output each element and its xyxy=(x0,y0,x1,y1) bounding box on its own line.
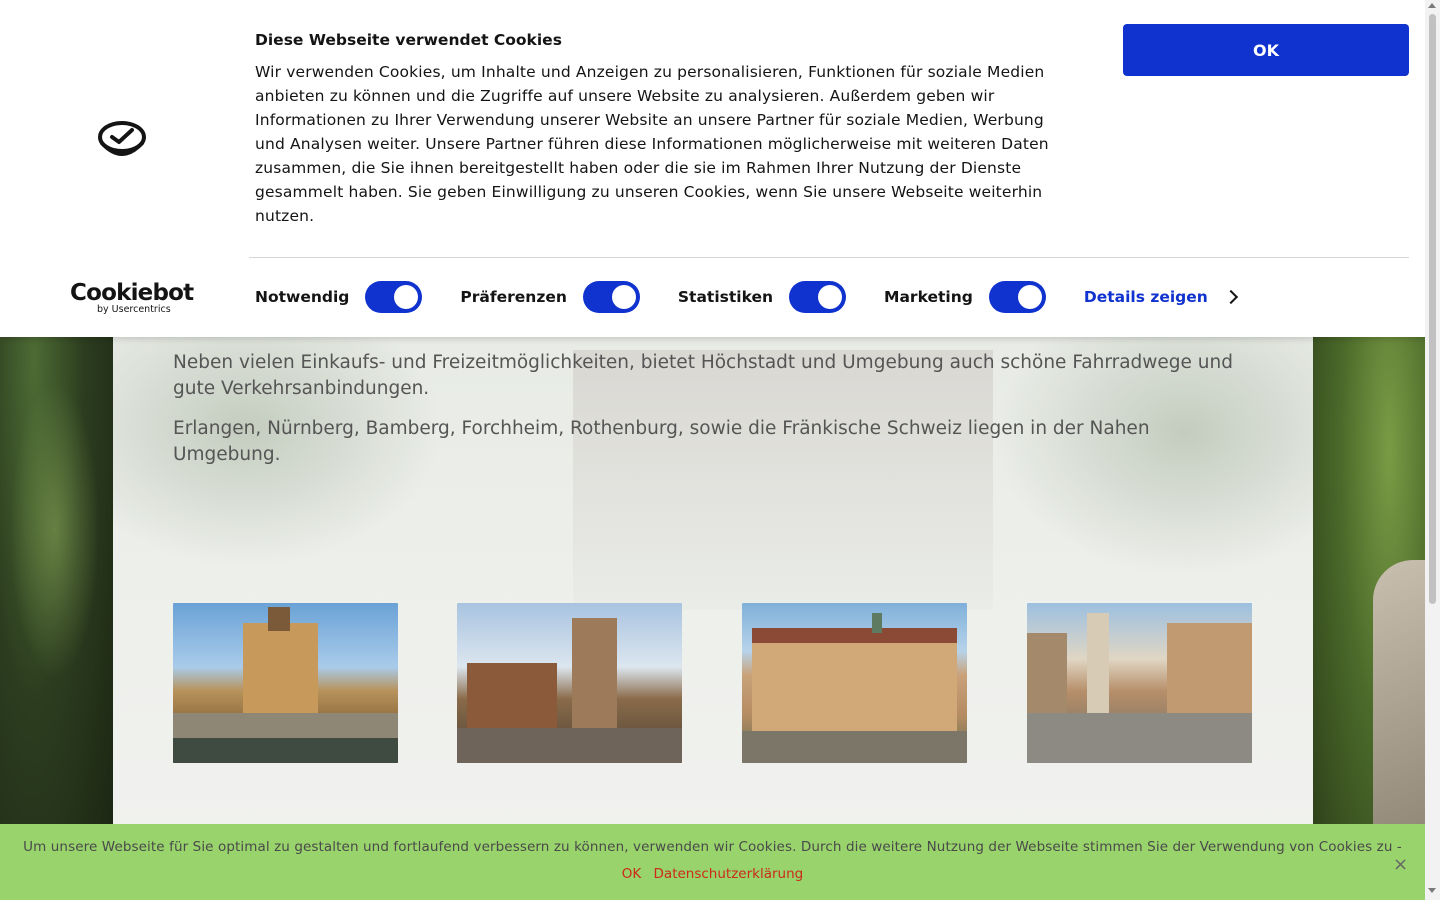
toggle-switch-notwendig[interactable] xyxy=(365,281,423,313)
erlangen-photo[interactable] xyxy=(742,603,967,763)
cookie-category-toggles: Notwendig Präferenzen Statistiken Market… xyxy=(255,281,1238,313)
main-text: Neben vielen Einkaufs- und Freizeitmögli… xyxy=(173,350,1253,482)
rothenburg-photo[interactable] xyxy=(1027,603,1252,763)
details-toggle-link[interactable]: Details zeigen xyxy=(1083,288,1238,306)
photo-gallery xyxy=(0,603,1440,763)
toggle-switch-praeferenzen[interactable] xyxy=(582,281,640,313)
cookie-notice-links: OK Datenschutzerklärung xyxy=(0,866,1425,882)
cookie-banner-text: Wir verwenden Cookies, um Inhalte und An… xyxy=(255,63,1049,225)
cookie-ok-button[interactable]: OK xyxy=(1123,24,1409,76)
cookiebot-brand: Cookiebot by Usercentrics xyxy=(70,280,194,315)
chevron-right-icon xyxy=(1223,289,1238,305)
paragraph-1: Neben vielen Einkaufs- und Freizeitmögli… xyxy=(173,352,1234,399)
cookiebot-logo-icon xyxy=(98,121,146,156)
privacy-policy-link[interactable]: Datenschutzerklärung xyxy=(654,866,804,882)
cookie-notice-text: Um unsere Webseite für Sie optimal zu ge… xyxy=(23,839,1402,855)
cookie-consent-banner: Cookiebot by Usercentrics Diese Webseite… xyxy=(0,0,1425,337)
divider xyxy=(249,257,1409,258)
toggle-switch-statistiken[interactable] xyxy=(789,281,847,313)
toggle-notwendig: Notwendig xyxy=(255,281,423,313)
toggle-label: Marketing xyxy=(884,288,973,306)
brand-name: Cookiebot xyxy=(70,280,194,306)
bamberg-photo[interactable] xyxy=(173,603,398,763)
toggle-label: Statistiken xyxy=(677,288,774,306)
brand-sub: by Usercentrics xyxy=(97,304,171,315)
paragraph-2: Erlangen, Nürnberg, Bamberg, Forchheim, … xyxy=(173,418,1150,465)
toggle-praeferenzen: Präferenzen xyxy=(460,281,640,313)
scrollbar-thumb[interactable] xyxy=(1429,14,1436,604)
toggle-label: Präferenzen xyxy=(460,288,567,306)
cookie-notice-ok-link[interactable]: OK xyxy=(622,866,641,882)
scroll-down-icon[interactable] xyxy=(1428,888,1436,893)
nuernberg-photo[interactable] xyxy=(457,603,682,763)
details-label: Details zeigen xyxy=(1083,288,1208,306)
toggle-marketing: Marketing xyxy=(884,281,1046,313)
scroll-up-icon[interactable] xyxy=(1428,3,1436,8)
close-icon[interactable]: × xyxy=(1393,854,1408,875)
cookie-notice-bar: Um unsere Webseite für Sie optimal zu ge… xyxy=(0,824,1425,900)
toggle-switch-marketing[interactable] xyxy=(988,281,1046,313)
cookie-banner-title: Diese Webseite verwendet Cookies xyxy=(255,31,562,49)
toggle-statistiken: Statistiken xyxy=(677,281,847,313)
toggle-label: Notwendig xyxy=(255,288,350,306)
scrollbar[interactable] xyxy=(1425,0,1440,900)
